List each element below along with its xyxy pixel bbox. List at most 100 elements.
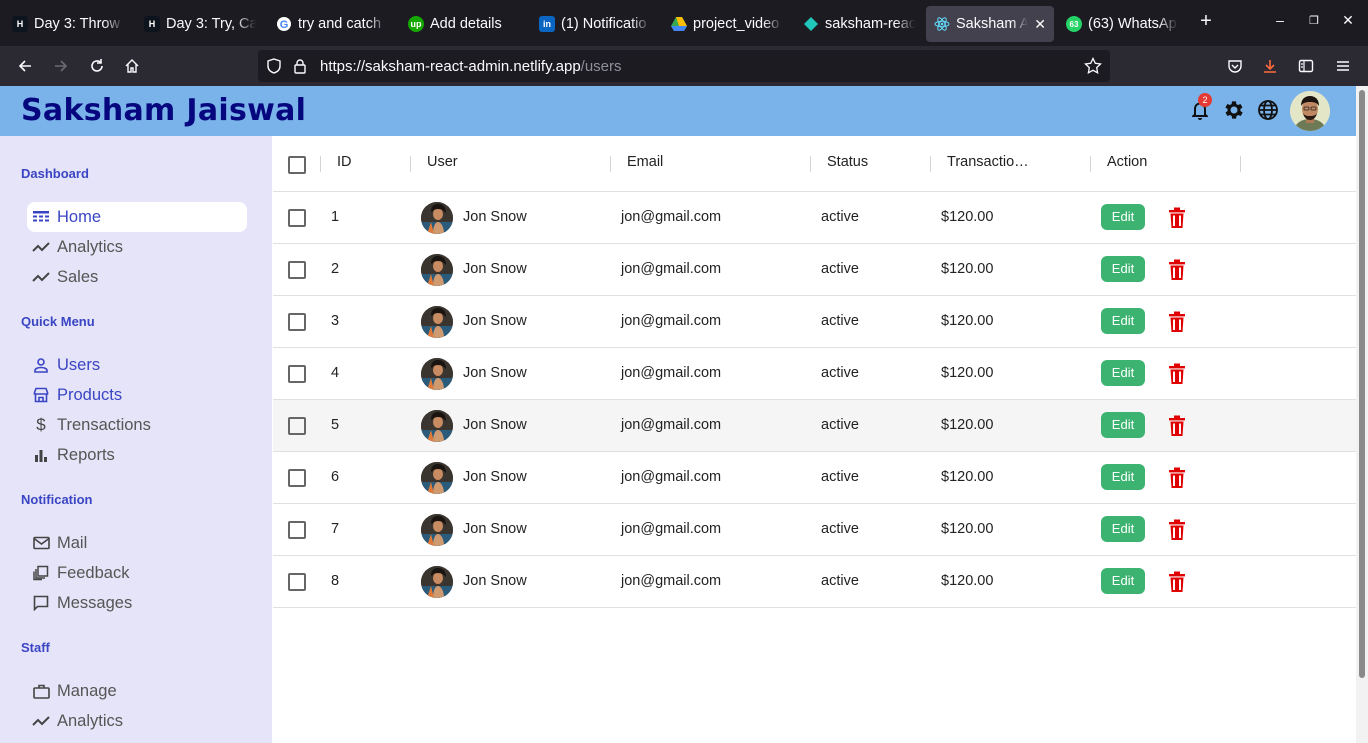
sidebar-item-products[interactable]: Products: [27, 380, 247, 410]
menu-icon[interactable]: [1329, 52, 1357, 80]
sidebar-item-messages[interactable]: Messages: [27, 588, 247, 618]
delete-icon[interactable]: [1167, 311, 1187, 333]
edit-button[interactable]: Edit: [1101, 464, 1145, 490]
browser-tab[interactable]: G try and catch: [268, 6, 396, 42]
table-row[interactable]: 7 Jon Snow jon@gmail.com active $120.00 Edit: [273, 504, 1356, 556]
url-text[interactable]: https://saksham-react-admin.netlify.app/…: [320, 58, 622, 75]
cell-user: Jon Snow: [463, 313, 527, 329]
delete-icon[interactable]: [1167, 467, 1187, 489]
table-row[interactable]: 2 Jon Snow jon@gmail.com active $120.00 Edit: [273, 244, 1356, 296]
column-header-status[interactable]: Status: [827, 154, 868, 170]
column-header-user[interactable]: User: [427, 154, 458, 170]
row-checkbox[interactable]: [288, 521, 306, 539]
edit-button[interactable]: Edit: [1101, 516, 1145, 542]
shield-icon[interactable]: [266, 58, 282, 79]
table-row[interactable]: 5 Jon Snow jon@gmail.com active $120.00 Edit: [273, 400, 1356, 452]
select-all-checkbox[interactable]: [288, 156, 306, 174]
table-row[interactable]: 4 Jon Snow jon@gmail.com active $120.00 Edit: [273, 348, 1356, 400]
browser-tab[interactable]: project_video: [663, 6, 791, 42]
column-separator[interactable]: [810, 156, 811, 172]
sidebar-item-label: Analytics: [57, 237, 124, 256]
edit-button[interactable]: Edit: [1101, 204, 1145, 230]
browser-tab[interactable]: saksham-reac: [795, 6, 923, 42]
sidebar-item-users[interactable]: Users: [27, 350, 247, 380]
column-separator[interactable]: [1090, 156, 1091, 172]
delete-icon[interactable]: [1167, 519, 1187, 541]
briefcase-icon: [32, 682, 50, 700]
column-separator[interactable]: [1240, 156, 1241, 172]
column-separator[interactable]: [320, 156, 321, 172]
table-row[interactable]: 1 Jon Snow jon@gmail.com active $120.00 Edit: [273, 192, 1356, 244]
browser-tab[interactable]: H Day 3: Throw: [4, 6, 132, 42]
sidebar-item-transactions[interactable]: $ Trensactions: [27, 410, 247, 440]
row-checkbox[interactable]: [288, 209, 306, 227]
delete-icon[interactable]: [1167, 415, 1187, 437]
column-header-id[interactable]: ID: [337, 154, 352, 170]
column-header-email[interactable]: Email: [627, 154, 663, 170]
row-checkbox[interactable]: [288, 469, 306, 487]
edit-button[interactable]: Edit: [1101, 360, 1145, 386]
edit-button[interactable]: Edit: [1101, 308, 1145, 334]
profile-avatar[interactable]: [1290, 91, 1330, 131]
sidebar-item-feedback[interactable]: Feedback: [27, 558, 247, 588]
scrollbar-thumb[interactable]: [1359, 90, 1365, 678]
lock-icon[interactable]: [292, 58, 308, 79]
sidebar-item-manage[interactable]: Manage: [27, 676, 247, 706]
sidebar-toggle-icon[interactable]: [1292, 52, 1320, 80]
brand-logo[interactable]: Saksham Jaiswal: [21, 93, 306, 128]
delete-icon[interactable]: [1167, 259, 1187, 281]
column-header-action[interactable]: Action: [1107, 154, 1147, 170]
pocket-icon[interactable]: [1221, 52, 1249, 80]
sidebar-item-analytics[interactable]: Analytics: [27, 232, 247, 262]
reload-icon[interactable]: [83, 52, 111, 80]
edit-button[interactable]: Edit: [1101, 256, 1145, 282]
cell-status: active: [821, 209, 859, 225]
back-icon[interactable]: [11, 52, 39, 80]
close-window-icon[interactable]: ✕: [1338, 12, 1358, 29]
column-header-transaction[interactable]: Transactio…: [947, 154, 1029, 170]
row-checkbox[interactable]: [288, 261, 306, 279]
url-bar[interactable]: https://saksham-react-admin.netlify.app/…: [258, 50, 1110, 82]
delete-icon[interactable]: [1167, 207, 1187, 229]
maximize-icon[interactable]: ❐: [1304, 14, 1324, 27]
language-globe-icon[interactable]: [1256, 98, 1280, 122]
row-checkbox[interactable]: [288, 313, 306, 331]
cell-email: jon@gmail.com: [621, 365, 722, 381]
delete-icon[interactable]: [1167, 571, 1187, 593]
column-separator[interactable]: [410, 156, 411, 172]
browser-tab[interactable]: 63 (63) WhatsAp: [1058, 6, 1186, 42]
row-checkbox[interactable]: [288, 365, 306, 383]
browser-tab[interactable]: H Day 3: Try, Ca: [136, 6, 264, 42]
browser-tab-active[interactable]: Saksham Ad ✕: [926, 6, 1054, 42]
cell-status: active: [821, 365, 859, 381]
browser-tab[interactable]: up Add details: [400, 6, 528, 42]
table-row[interactable]: 3 Jon Snow jon@gmail.com active $120.00 Edit: [273, 296, 1356, 348]
sidebar-item-staff-analytics[interactable]: Analytics: [27, 706, 247, 736]
sidebar-item-reports[interactable]: Reports: [27, 440, 247, 470]
cell-email: jon@gmail.com: [621, 417, 722, 433]
delete-icon[interactable]: [1167, 363, 1187, 385]
row-checkbox[interactable]: [288, 417, 306, 435]
bookmark-star-icon[interactable]: [1084, 56, 1102, 80]
edit-button[interactable]: Edit: [1101, 412, 1145, 438]
sidebar-item-sales[interactable]: Sales: [27, 262, 247, 292]
forward-icon[interactable]: [47, 52, 75, 80]
column-separator[interactable]: [610, 156, 611, 172]
download-icon[interactable]: [1256, 52, 1284, 80]
column-separator[interactable]: [930, 156, 931, 172]
home-browser-icon[interactable]: [118, 52, 146, 80]
minimize-icon[interactable]: –: [1270, 12, 1290, 28]
row-checkbox[interactable]: [288, 573, 306, 591]
new-tab-icon[interactable]: +: [1196, 10, 1216, 33]
tab-title: Day 3: Throw: [34, 16, 120, 32]
sidebar-item-home[interactable]: Home: [27, 202, 247, 232]
sidebar-item-label: Messages: [57, 593, 133, 612]
table-row[interactable]: 6 Jon Snow jon@gmail.com active $120.00 Edit: [273, 452, 1356, 504]
close-tab-icon[interactable]: ✕: [1034, 16, 1046, 33]
settings-gear-icon[interactable]: [1222, 98, 1246, 122]
page-scrollbar[interactable]: [1356, 86, 1368, 743]
table-row[interactable]: 8 Jon Snow jon@gmail.com active $120.00 Edit: [273, 556, 1356, 608]
edit-button[interactable]: Edit: [1101, 568, 1145, 594]
browser-tab[interactable]: in (1) Notificatio: [531, 6, 659, 42]
sidebar-item-mail[interactable]: Mail: [27, 528, 247, 558]
